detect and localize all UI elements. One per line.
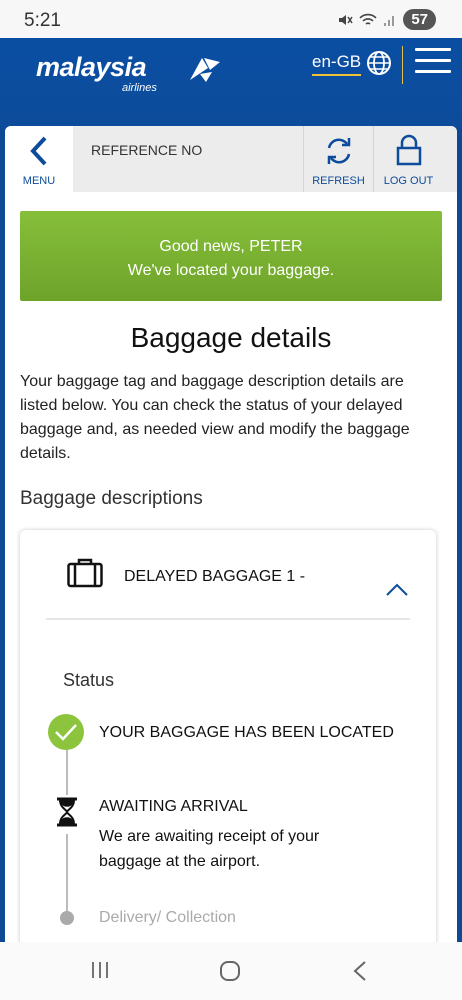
step-awaiting-description: We are awaiting receipt of your baggage … bbox=[99, 828, 320, 870]
system-navigation-bar bbox=[0, 942, 462, 1000]
system-status-bar: 5:21 57 bbox=[0, 0, 462, 38]
suitcase-icon bbox=[67, 558, 103, 588]
step-delivery-collection: Delivery/ Collection bbox=[99, 909, 236, 926]
signal-icon bbox=[384, 15, 395, 26]
hamburger-menu-icon[interactable] bbox=[415, 48, 451, 74]
language-selector[interactable]: en-GB bbox=[312, 52, 362, 76]
pending-dot-icon bbox=[60, 911, 74, 925]
baggage-card: DELAYED BAGGAGE 1 - Status YOUR BAGGAGE … bbox=[20, 530, 436, 960]
status-icons: 57 bbox=[337, 9, 436, 30]
baggage-accordion-header[interactable]: DELAYED BAGGAGE 1 - bbox=[20, 530, 436, 620]
menu-label: MENU bbox=[22, 175, 56, 187]
recent-apps-icon[interactable] bbox=[90, 960, 110, 980]
logout-button[interactable]: LOG OUT bbox=[373, 126, 443, 192]
lock-icon bbox=[396, 134, 422, 166]
baggage-title: DELAYED BAGGAGE 1 - bbox=[124, 568, 306, 585]
main-content-card: MENU REFERENCE NO REFRESH LOG OUT Good n… bbox=[5, 126, 457, 1000]
kite-logo-icon bbox=[190, 58, 220, 82]
chevron-left-icon bbox=[30, 136, 47, 166]
located-message: We've located your baggage. bbox=[127, 262, 335, 279]
checkmark-icon bbox=[48, 714, 84, 750]
page-title: Baggage details bbox=[130, 322, 332, 353]
battery-indicator: 57 bbox=[403, 9, 436, 30]
logout-label: LOG OUT bbox=[383, 175, 434, 187]
brand-name: malaysia bbox=[36, 52, 147, 82]
step-located: YOUR BAGGAGE HAS BEEN LOCATED bbox=[99, 724, 394, 741]
brand-subtitle: airlines bbox=[122, 82, 157, 94]
refresh-label: REFRESH bbox=[312, 175, 365, 187]
status-time: 5:21 bbox=[24, 10, 61, 31]
home-icon[interactable] bbox=[219, 960, 241, 982]
divider bbox=[46, 618, 410, 620]
top-navigation: MENU REFERENCE NO REFRESH LOG OUT bbox=[5, 126, 457, 192]
status-heading: Status bbox=[63, 670, 115, 690]
chevron-up-icon[interactable] bbox=[386, 582, 408, 596]
menu-button[interactable]: MENU bbox=[5, 126, 73, 192]
refresh-icon bbox=[327, 138, 351, 164]
brand-logo[interactable]: malaysia airlines bbox=[36, 52, 220, 94]
baggage-descriptions-heading: Baggage descriptions bbox=[20, 488, 203, 509]
globe-icon[interactable] bbox=[366, 50, 392, 76]
wifi-icon bbox=[359, 13, 377, 25]
reference-number-label: REFERENCE NO bbox=[91, 142, 203, 158]
hourglass-icon bbox=[55, 795, 79, 834]
header-divider bbox=[402, 46, 403, 84]
refresh-button[interactable]: REFRESH bbox=[303, 126, 373, 192]
back-icon[interactable] bbox=[352, 960, 368, 982]
success-banner: Good news, PETER We've located your bagg… bbox=[20, 211, 442, 301]
step-awaiting-arrival: AWAITING ARRIVAL bbox=[99, 798, 248, 815]
mute-icon bbox=[339, 14, 353, 25]
greeting-text: Good news, PETER bbox=[159, 238, 303, 255]
intro-text: Your baggage tag and baggage description… bbox=[20, 373, 410, 462]
app-header: malaysia airlines en-GB bbox=[0, 38, 462, 128]
